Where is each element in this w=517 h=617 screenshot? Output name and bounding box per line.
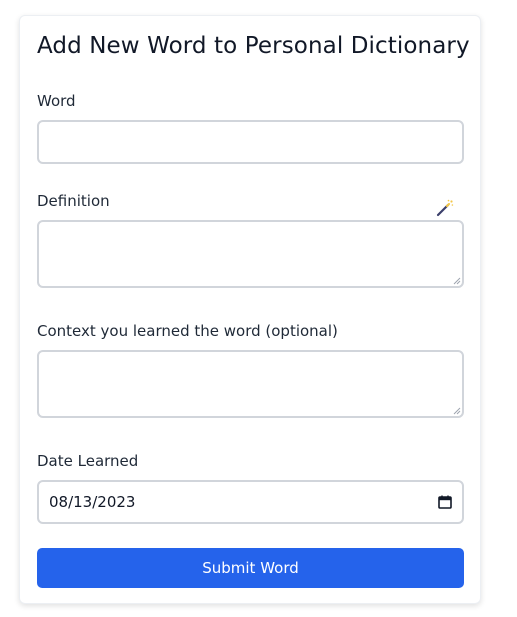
form-title: Add New Word to Personal Dictionary	[37, 33, 470, 59]
context-textarea[interactable]	[37, 350, 464, 418]
context-label: Context you learned the word (optional)	[37, 322, 338, 340]
definition-textarea[interactable]	[37, 220, 464, 288]
date-learned-label: Date Learned	[37, 452, 139, 470]
add-word-form-card: Add New Word to Personal Dictionary Word…	[19, 15, 481, 604]
submit-word-button[interactable]: Submit Word	[37, 548, 464, 588]
definition-field-wrap	[37, 220, 464, 288]
calendar-icon[interactable]	[438, 495, 452, 509]
word-input[interactable]	[37, 120, 464, 164]
context-field-wrap	[37, 350, 464, 418]
date-learned-value[interactable]: 08/13/2023	[49, 493, 135, 511]
magic-wand-icon[interactable]	[436, 199, 454, 217]
definition-label: Definition	[37, 192, 110, 210]
date-learned-input[interactable]: 08/13/2023	[37, 480, 464, 524]
word-label: Word	[37, 92, 76, 110]
